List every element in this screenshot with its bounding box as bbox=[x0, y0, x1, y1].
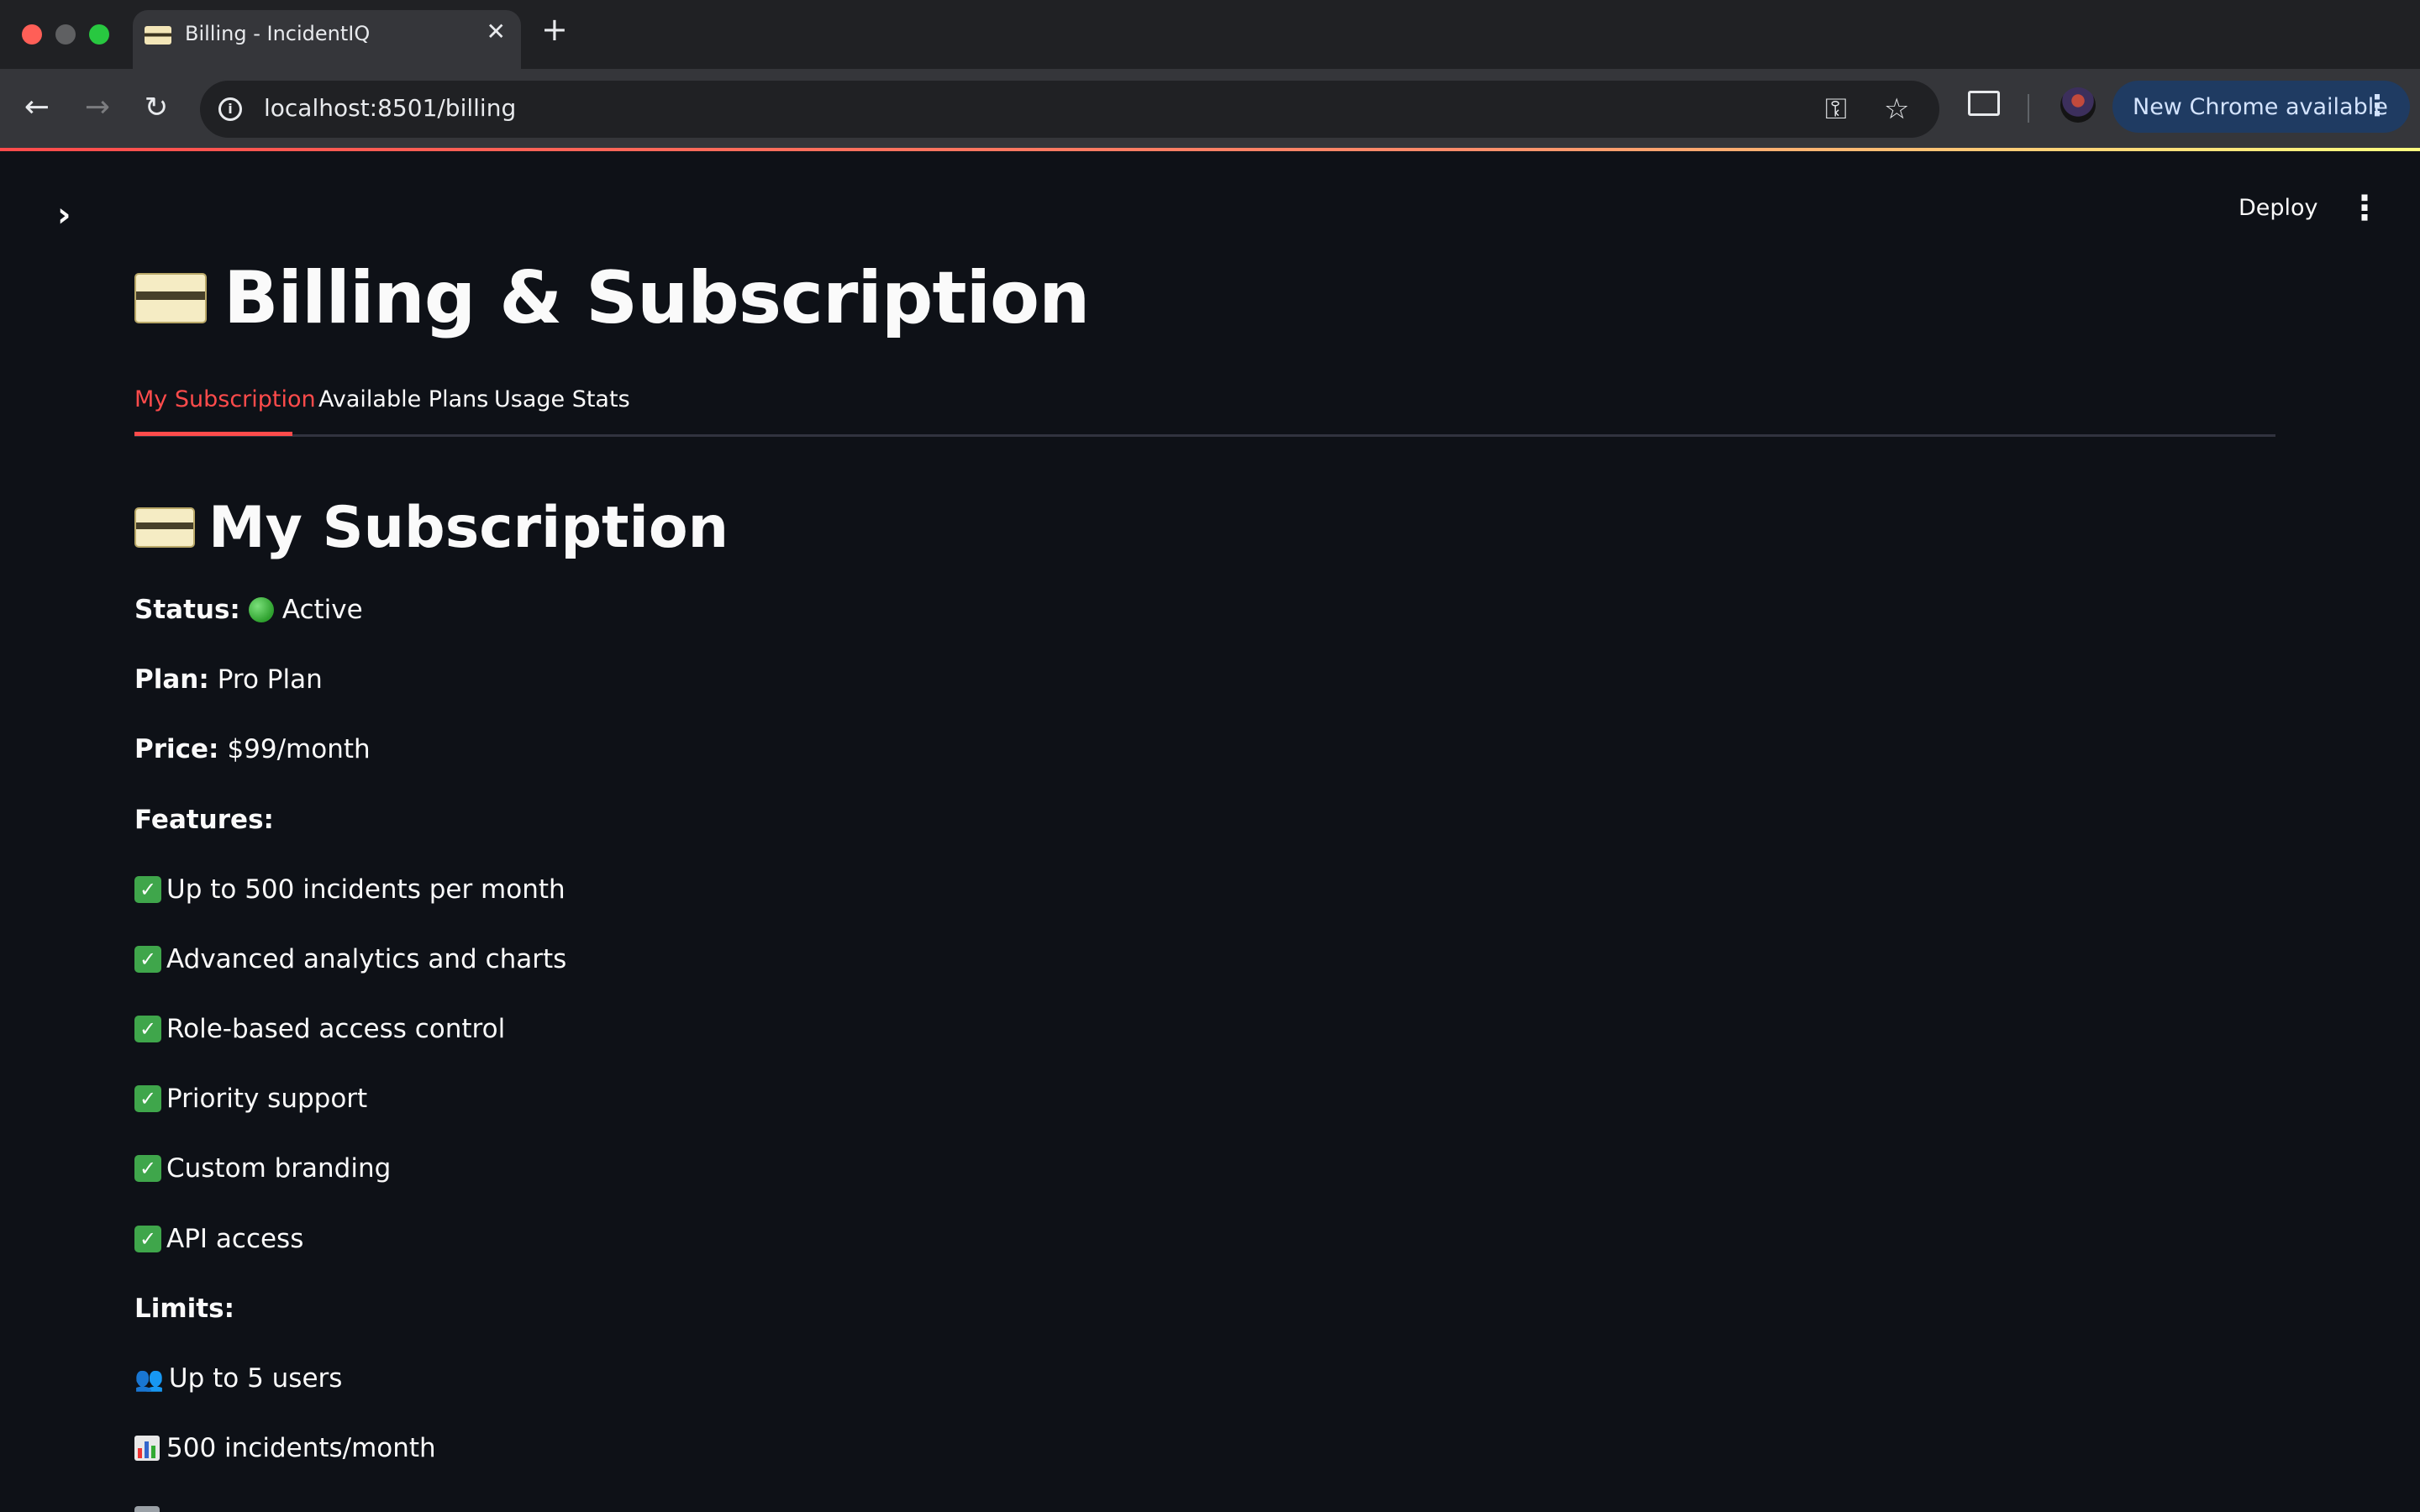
url-text[interactable]: localhost:8501/billing bbox=[264, 94, 516, 122]
browser-tab[interactable]: Billing - IncidentIQ ✕ bbox=[133, 10, 521, 69]
list-item: ✓ Role-based access control bbox=[134, 1011, 505, 1047]
limits-label: Limits: bbox=[134, 1294, 234, 1324]
price-row: Price: $99/month bbox=[134, 731, 371, 768]
more-vert-icon[interactable]: ⋮ bbox=[2363, 87, 2391, 124]
tab-my-subscription[interactable]: My Subscription bbox=[134, 383, 316, 437]
feature-text: Up to 500 incidents per month bbox=[166, 874, 566, 905]
list-item: ✓ Advanced analytics and charts bbox=[134, 941, 566, 978]
bar-chart-icon bbox=[134, 1436, 160, 1461]
toolbar-divider bbox=[2028, 94, 2029, 123]
list-item: 500 incidents/month bbox=[134, 1430, 436, 1467]
check-mark-icon: ✓ bbox=[134, 876, 161, 903]
browser-tab-title: Billing - IncidentIQ bbox=[185, 22, 371, 45]
status-label: Status: bbox=[134, 595, 240, 625]
status-value: Active bbox=[281, 595, 363, 625]
site-info-icon[interactable]: i bbox=[218, 97, 242, 121]
status-row: Status: Active bbox=[134, 591, 363, 628]
limits-heading: Limits: bbox=[134, 1290, 243, 1327]
plan-row: Plan: Pro Plan bbox=[134, 661, 323, 698]
list-item: ✓ Custom branding bbox=[134, 1150, 391, 1187]
credit-card-icon bbox=[145, 26, 171, 45]
list-item: ✓ Priority support bbox=[134, 1080, 367, 1117]
price-label: Price: bbox=[134, 734, 219, 764]
profile-avatar[interactable] bbox=[2060, 87, 2096, 123]
password-key-icon[interactable]: ⚿ bbox=[1825, 92, 1847, 126]
close-tab-icon[interactable]: ✕ bbox=[487, 20, 506, 44]
close-window-button[interactable] bbox=[22, 24, 42, 45]
price-value: $99/month bbox=[227, 734, 371, 764]
feature-text: Custom branding bbox=[166, 1153, 392, 1184]
plan-label: Plan: bbox=[134, 664, 209, 695]
browser-toolbar: ← → ↻ i localhost:8501/billing ⚿ ☆ bbox=[0, 69, 2420, 150]
limit-text: Up to 5 users bbox=[168, 1363, 343, 1394]
list-item bbox=[134, 1500, 166, 1512]
new-tab-button[interactable]: + bbox=[541, 13, 568, 45]
feature-text: Role-based access control bbox=[166, 1014, 506, 1044]
storage-icon bbox=[134, 1506, 160, 1512]
reload-icon[interactable]: ↻ bbox=[138, 89, 175, 126]
update-chrome-label: New Chrome available bbox=[2133, 94, 2388, 120]
tab-usage-stats[interactable]: Usage Stats bbox=[494, 383, 630, 437]
address-bar[interactable]: i localhost:8501/billing ⚿ ☆ bbox=[200, 81, 1939, 138]
credit-card-icon bbox=[134, 273, 207, 323]
feature-text: Advanced analytics and charts bbox=[166, 944, 567, 974]
maximize-window-button[interactable] bbox=[89, 24, 109, 45]
tab-bar: My Subscription Available Plans Usage St… bbox=[134, 383, 2275, 437]
section-heading-text: My Subscription bbox=[208, 494, 729, 561]
check-mark-icon: ✓ bbox=[134, 1016, 161, 1042]
limit-text: 500 incidents/month bbox=[166, 1433, 436, 1463]
bookmark-star-icon[interactable]: ☆ bbox=[1884, 92, 1909, 126]
credit-card-icon bbox=[134, 507, 195, 548]
chevron-right-icon[interactable]: › bbox=[57, 198, 71, 232]
app-header-decoration bbox=[0, 148, 2420, 151]
tab-available-plans[interactable]: Available Plans bbox=[318, 383, 488, 437]
cast-icon[interactable] bbox=[1968, 91, 2000, 116]
update-chrome-button[interactable]: New Chrome available ⋮ bbox=[2112, 81, 2410, 133]
check-mark-icon: ✓ bbox=[134, 946, 161, 973]
check-mark-icon: ✓ bbox=[134, 1226, 161, 1252]
check-mark-icon: ✓ bbox=[134, 1085, 161, 1112]
check-mark-icon: ✓ bbox=[134, 1155, 161, 1182]
features-label: Features: bbox=[134, 805, 274, 835]
deploy-button[interactable]: Deploy bbox=[2238, 195, 2318, 221]
minimize-window-button[interactable] bbox=[55, 24, 76, 45]
list-item: 👥 Up to 5 users bbox=[134, 1360, 342, 1397]
feature-text: API access bbox=[166, 1224, 304, 1254]
list-item: ✓ API access bbox=[134, 1221, 303, 1257]
features-heading: Features: bbox=[134, 801, 282, 838]
list-item: ✓ Up to 500 incidents per month bbox=[134, 871, 566, 908]
users-icon: 👥 bbox=[134, 1364, 164, 1393]
back-arrow-icon[interactable]: ← bbox=[18, 89, 55, 126]
browser-tab-strip: Billing - IncidentIQ ✕ + bbox=[0, 0, 2420, 69]
section-heading: My Subscription bbox=[134, 492, 729, 563]
green-circle-icon bbox=[248, 597, 274, 622]
feature-text: Priority support bbox=[166, 1084, 368, 1114]
page-title-text: Billing & Subscription bbox=[224, 256, 1090, 340]
forward-arrow-icon[interactable]: → bbox=[79, 89, 116, 126]
plan-value: Pro Plan bbox=[217, 664, 323, 695]
active-tab-indicator bbox=[134, 432, 292, 436]
main-menu-icon[interactable]: ⋮ bbox=[2348, 190, 2381, 227]
page-title: Billing & Subscription bbox=[134, 252, 1090, 344]
